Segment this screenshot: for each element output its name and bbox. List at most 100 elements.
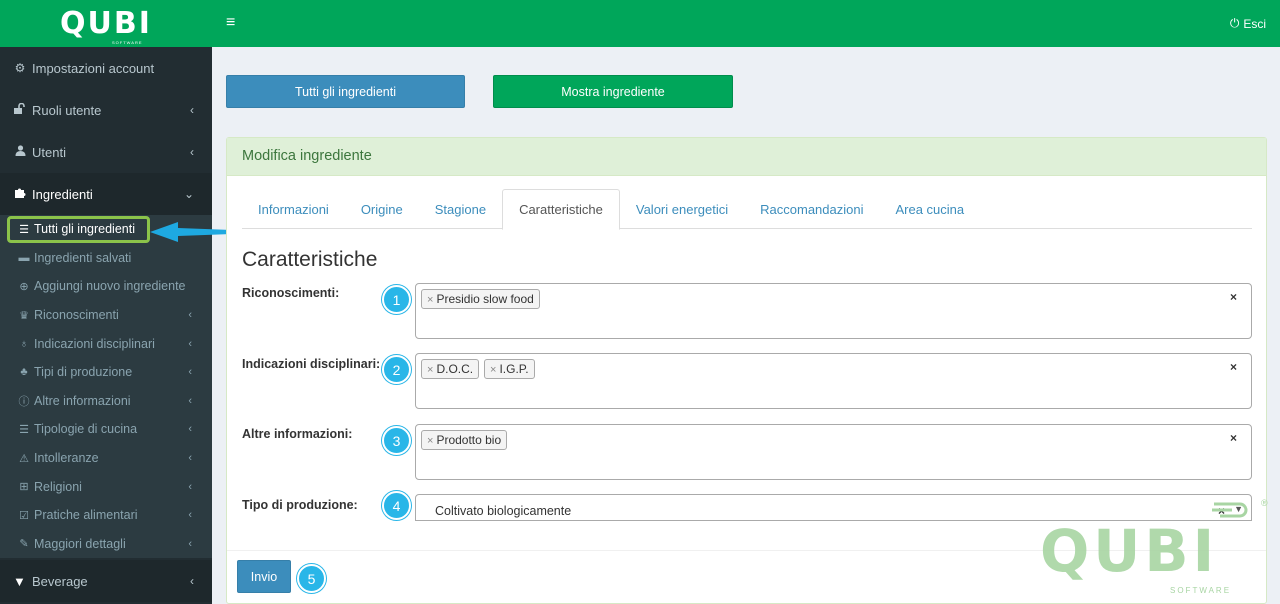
tipo-produzione-select[interactable]: Coltivato biologicamente × ▼	[415, 494, 1252, 521]
sidebar-item-label: Tipologie di cucina	[34, 422, 138, 437]
chevron-left-icon: ‹	[188, 480, 192, 493]
tab-raccomandazioni[interactable]: Raccomandazioni	[744, 189, 879, 229]
section-title: Caratteristiche	[242, 248, 378, 271]
tab-valori-energetici[interactable]: Valori energetici	[620, 189, 744, 229]
chevron-left-icon: ‹	[188, 537, 192, 550]
indicazioni-select[interactable]: × D.O.C. × I.G.P. ×	[415, 353, 1252, 409]
list-icon: ☰	[19, 423, 29, 436]
clear-icon[interactable]: ×	[1218, 504, 1225, 518]
sidebar-item-recognitions[interactable]: ♛ Riconoscimenti ‹	[0, 301, 212, 330]
sidebar-item-production-types[interactable]: ♣ Tipi di produzione ‹	[0, 358, 212, 387]
brand-name: QUBI	[60, 5, 152, 41]
tag-label: Prodotto bio	[436, 433, 502, 447]
sidebar-item-label: Utenti	[32, 144, 66, 160]
tab-informazioni[interactable]: Informazioni	[242, 189, 345, 229]
sidebar-item-add-ingredient[interactable]: ⊕ Aggiungi nuovo ingrediente	[0, 272, 212, 301]
sidebar-item-label: Impostazioni account	[32, 60, 155, 76]
sidebar-item-intolerances[interactable]: ⚠ Intolleranze ‹	[0, 444, 212, 473]
unlock-icon	[13, 102, 27, 117]
altre-label: Altre informazioni:	[242, 427, 353, 441]
info-icon: ⓘ	[18, 395, 30, 408]
tag-chip: × D.O.C.	[421, 359, 480, 379]
edit-ingredient-panel: Modifica ingrediente Informazioni Origin…	[226, 137, 1267, 604]
callout-arrow-icon	[150, 222, 232, 242]
indicazioni-label: Indicazioni disciplinari:	[242, 357, 381, 371]
clear-icon[interactable]: ×	[1230, 290, 1237, 304]
tab-origine[interactable]: Origine	[345, 189, 419, 229]
sidebar-item-saved-ingredients[interactable]: ▬ Ingredienti salvati	[0, 244, 212, 273]
logout-button[interactable]: ⏻ Esci	[1230, 16, 1266, 31]
sidebar-item-label: Altre informazioni	[34, 393, 131, 408]
sidebar-item-label: Riconoscimenti	[34, 308, 119, 323]
sidebar-item-label: Ruoli utente	[32, 102, 102, 118]
gear-icon: ⚙	[14, 61, 26, 75]
filter-icon: ▼	[13, 573, 26, 589]
selected-value: Coltivato biologicamente	[435, 504, 572, 518]
top-navbar: ≡ ⏻ Esci	[212, 0, 1280, 47]
sidebar-item-disciplinary[interactable]: ♁ Indicazioni disciplinari ‹	[0, 329, 212, 358]
tab-caratteristiche[interactable]: Caratteristiche	[502, 189, 620, 230]
clear-icon[interactable]: ×	[1230, 360, 1237, 374]
chevron-left-icon: ‹	[188, 423, 192, 436]
sidebar-item-label: Intolleranze	[34, 451, 99, 466]
sidebar-item-ingredients[interactable]: Ingredienti ⌄	[0, 173, 212, 215]
sidebar-item-account-settings[interactable]: ⚙ Impostazioni account	[0, 47, 212, 89]
menu-toggle-icon[interactable]: ≡	[226, 14, 235, 32]
plus-circle-icon: ⊕	[19, 280, 29, 293]
sidebar-item-user-roles[interactable]: Ruoli utente ‹	[0, 89, 212, 131]
remove-tag-icon[interactable]: ×	[427, 435, 433, 447]
chevron-left-icon: ‹	[188, 366, 192, 379]
chevron-left-icon: ‹	[190, 103, 194, 117]
sidebar-item-label: Indicazioni disciplinari	[34, 336, 155, 351]
altre-select[interactable]: × Prodotto bio ×	[415, 424, 1252, 480]
show-ingredient-button[interactable]: Mostra ingrediente	[493, 75, 733, 108]
remove-tag-icon[interactable]: ×	[427, 364, 433, 376]
sidebar-item-label: Maggiori dettagli	[34, 536, 126, 551]
clear-icon[interactable]: ×	[1230, 431, 1237, 445]
tag-label: I.G.P.	[499, 362, 529, 376]
form-divider	[227, 550, 1266, 551]
sidebar-item-label: Pratiche alimentari	[34, 508, 138, 523]
chevron-left-icon: ‹	[190, 574, 194, 588]
all-ingredients-button[interactable]: Tutti gli ingredienti	[226, 75, 465, 108]
ingredients-submenu: ☰ Tutti gli ingredienti ▬ Ingredienti sa…	[0, 215, 212, 559]
sidebar-item-label: Ingredienti	[32, 186, 93, 202]
plus-square-icon: ⊞	[19, 481, 29, 494]
sidebar-item-other-info[interactable]: ⓘ Altre informazioni ‹	[0, 387, 212, 416]
step-badge-3: 3	[382, 426, 411, 455]
chevron-left-icon: ‹	[188, 337, 192, 350]
panel-heading: Modifica ingrediente	[227, 138, 1266, 176]
riconoscimenti-select[interactable]: × Presidio slow food ×	[415, 283, 1252, 339]
sidebar-item-users[interactable]: Utenti ‹	[0, 131, 212, 173]
tab-area-cucina[interactable]: Area cucina	[879, 189, 980, 229]
chevron-left-icon: ‹	[188, 509, 192, 522]
tag-label: Presidio slow food	[436, 292, 534, 306]
tag-chip: × Prodotto bio	[421, 430, 508, 450]
sidebar-item-food-practices[interactable]: ☑ Pratiche alimentari ‹	[0, 501, 212, 530]
archive-icon: ▬	[18, 251, 30, 264]
puzzle-icon	[13, 187, 27, 202]
tag-label: D.O.C.	[436, 362, 474, 376]
sidebar-item-cuisine-types[interactable]: ☰ Tipologie di cucina ‹	[0, 415, 212, 444]
riconoscimenti-label: Riconoscimenti:	[242, 286, 340, 300]
lightbulb-icon: ♁	[19, 337, 29, 350]
remove-tag-icon[interactable]: ×	[427, 294, 433, 306]
sidebar-item-label: Aggiungi nuovo ingrediente	[34, 279, 186, 294]
tab-stagione[interactable]: Stagione	[419, 189, 502, 229]
sidebar-item-more-details[interactable]: ✎ Maggiori dettagli ‹	[0, 530, 212, 559]
sidebar-item-label: Tutti gli ingredienti	[34, 222, 135, 237]
chevron-left-icon: ‹	[190, 145, 194, 159]
brand-logo[interactable]: QUBI SOFTWARE	[0, 0, 212, 47]
sidebar-item-beverage[interactable]: ▼ Beverage ‹	[0, 560, 212, 602]
step-badge-4: 4	[382, 491, 411, 520]
brand-sub: SOFTWARE	[112, 40, 143, 45]
submit-button[interactable]: Invio	[237, 560, 291, 593]
warning-icon: ⚠	[19, 452, 29, 465]
sidebar-item-religions[interactable]: ⊞ Religioni ‹	[0, 472, 212, 501]
chevron-down-icon: ▼	[1234, 504, 1243, 514]
power-icon: ⏻	[1229, 16, 1240, 30]
remove-tag-icon[interactable]: ×	[490, 364, 496, 376]
chevron-left-icon: ‹	[188, 452, 192, 465]
step-badge-5: 5	[297, 564, 326, 593]
sidebar-item-label: Ingredienti salvati	[34, 250, 132, 265]
